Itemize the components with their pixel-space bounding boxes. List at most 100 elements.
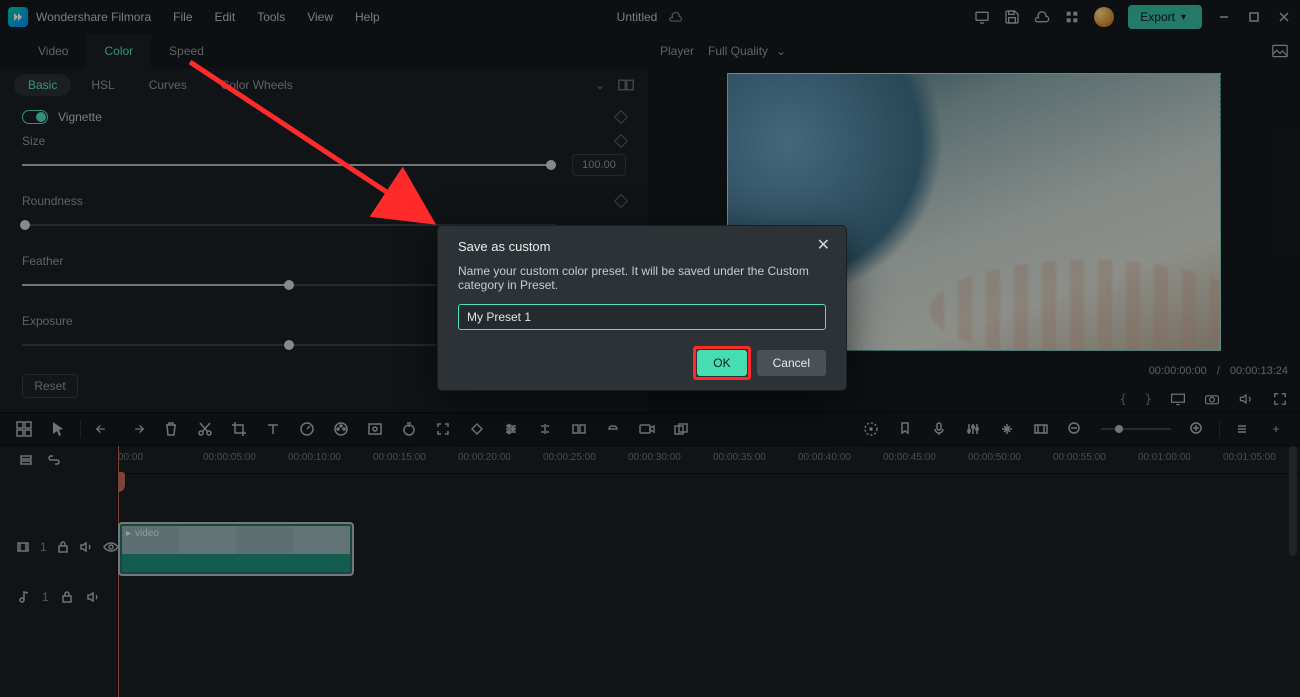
delete-icon[interactable] [163, 421, 179, 437]
split-icon[interactable] [537, 421, 553, 437]
timer-icon[interactable] [401, 421, 417, 437]
user-avatar[interactable] [1094, 7, 1114, 27]
save-icon[interactable] [1004, 9, 1020, 25]
marker-icon[interactable] [897, 421, 913, 437]
ruler-tick: 00:01:00:00 [1138, 452, 1191, 463]
timeline-tracks[interactable]: 00:0000:00:05:0000:00:10:0000:00:15:0000… [118, 446, 1300, 697]
keyframe-icon[interactable] [614, 134, 628, 148]
cancel-button[interactable]: Cancel [757, 350, 826, 376]
snapshot-icon[interactable] [1272, 43, 1288, 59]
link-toggle-icon[interactable] [46, 452, 62, 468]
vignette-toggle[interactable] [22, 110, 48, 124]
cloud-icon[interactable] [1034, 9, 1050, 25]
chevron-down-icon: ⌄ [776, 44, 786, 58]
keyframe-tool-icon[interactable] [469, 421, 485, 437]
color-icon[interactable] [333, 421, 349, 437]
cloud-sync-icon[interactable] [667, 9, 683, 25]
timeline-ruler[interactable]: 00:0000:00:05:0000:00:10:0000:00:15:0000… [118, 446, 1300, 474]
project-title: Untitled [617, 10, 658, 24]
ruler-tick: 00:00:45:00 [883, 452, 936, 463]
eye-icon[interactable] [103, 539, 119, 555]
keyframe-icon[interactable] [614, 194, 628, 208]
display-monitor-icon[interactable] [1170, 391, 1186, 407]
subtab-hsl[interactable]: HSL [77, 74, 128, 96]
group-icon[interactable] [673, 421, 689, 437]
mute-icon[interactable] [85, 589, 101, 605]
subtab-basic[interactable]: Basic [14, 74, 71, 96]
fullscreen-icon[interactable] [1272, 391, 1288, 407]
audio-track-number: 1 [42, 590, 49, 604]
mixer-icon[interactable] [863, 421, 879, 437]
zoom-out-icon[interactable] [1067, 421, 1083, 437]
tab-color[interactable]: Color [86, 34, 151, 68]
add-icon[interactable]: + [1268, 421, 1284, 437]
volume-icon[interactable] [1238, 391, 1254, 407]
detach-icon[interactable] [571, 421, 587, 437]
menu-tools[interactable]: Tools [257, 10, 285, 24]
size-value[interactable]: 100.00 [572, 154, 626, 176]
quality-dropdown[interactable]: Full Quality ⌄ [708, 44, 786, 58]
size-label: Size [22, 134, 45, 148]
subtab-curves[interactable]: Curves [135, 74, 201, 96]
window-maximize-icon[interactable] [1246, 9, 1262, 25]
camera-icon[interactable] [1204, 391, 1220, 407]
ruler-tick: 00:00:30:00 [628, 452, 681, 463]
audio-mixer-icon[interactable] [965, 421, 981, 437]
cursor-icon[interactable] [50, 421, 66, 437]
menu-help[interactable]: Help [355, 10, 380, 24]
mark-in-icon[interactable]: { [1120, 392, 1127, 406]
export-button[interactable]: Export ▾ [1128, 5, 1202, 29]
snap-icon[interactable] [999, 421, 1015, 437]
ruler-tick: 00:00:20:00 [458, 452, 511, 463]
frame-icon[interactable] [1033, 421, 1049, 437]
speed-icon[interactable] [299, 421, 315, 437]
focus-icon[interactable] [435, 421, 451, 437]
tab-speed[interactable]: Speed [151, 34, 222, 68]
mic-icon[interactable] [931, 421, 947, 437]
lock-icon[interactable] [57, 539, 69, 555]
keyframe-icon[interactable] [614, 110, 628, 124]
mark-out-icon[interactable]: } [1145, 392, 1152, 406]
lock-icon[interactable] [59, 589, 75, 605]
ruler-tick: 00:00:35:00 [713, 452, 766, 463]
playhead-handle[interactable] [118, 472, 125, 492]
chevron-down-icon[interactable]: ⌄ [592, 77, 608, 93]
menu-view[interactable]: View [307, 10, 333, 24]
film-icon [16, 539, 30, 555]
zoom-slider[interactable] [1101, 428, 1171, 430]
size-slider[interactable] [22, 157, 556, 173]
compare-icon[interactable] [618, 77, 634, 93]
greenscreen-icon[interactable] [367, 421, 383, 437]
menu-edit[interactable]: Edit [215, 10, 236, 24]
undo-icon[interactable] [95, 421, 111, 437]
layout-icon[interactable] [16, 421, 32, 437]
menu-file[interactable]: File [173, 10, 192, 24]
subtab-color-wheels[interactable]: Color Wheels [207, 74, 307, 96]
preset-name-input[interactable] [458, 304, 826, 330]
window-minimize-icon[interactable] [1216, 9, 1232, 25]
save-custom-dialog: Save as custom ✕ Name your custom color … [438, 226, 846, 390]
reset-button[interactable]: Reset [22, 374, 78, 398]
cut-icon[interactable] [197, 421, 213, 437]
zoom-in-icon[interactable] [1189, 421, 1205, 437]
link-icon[interactable] [605, 421, 621, 437]
export-label: Export [1140, 10, 1175, 24]
record-icon[interactable] [639, 421, 655, 437]
text-icon[interactable] [265, 421, 281, 437]
apps-icon[interactable] [1064, 9, 1080, 25]
ok-button[interactable]: OK [697, 350, 746, 376]
tab-video[interactable]: Video [20, 34, 86, 68]
track-manage-icon[interactable] [18, 452, 34, 468]
window-close-icon[interactable] [1276, 9, 1292, 25]
timeline-scrollbar[interactable] [1288, 446, 1298, 693]
music-icon [16, 589, 32, 605]
redo-icon[interactable] [129, 421, 145, 437]
crop-icon[interactable] [231, 421, 247, 437]
display-icon[interactable] [974, 9, 990, 25]
video-clip[interactable]: ▸video [118, 522, 354, 576]
adjust-icon[interactable] [503, 421, 519, 437]
chevron-down-icon: ▾ [1181, 12, 1186, 23]
close-icon[interactable]: ✕ [817, 238, 830, 254]
list-icon[interactable] [1234, 421, 1250, 437]
mute-icon[interactable] [79, 539, 93, 555]
